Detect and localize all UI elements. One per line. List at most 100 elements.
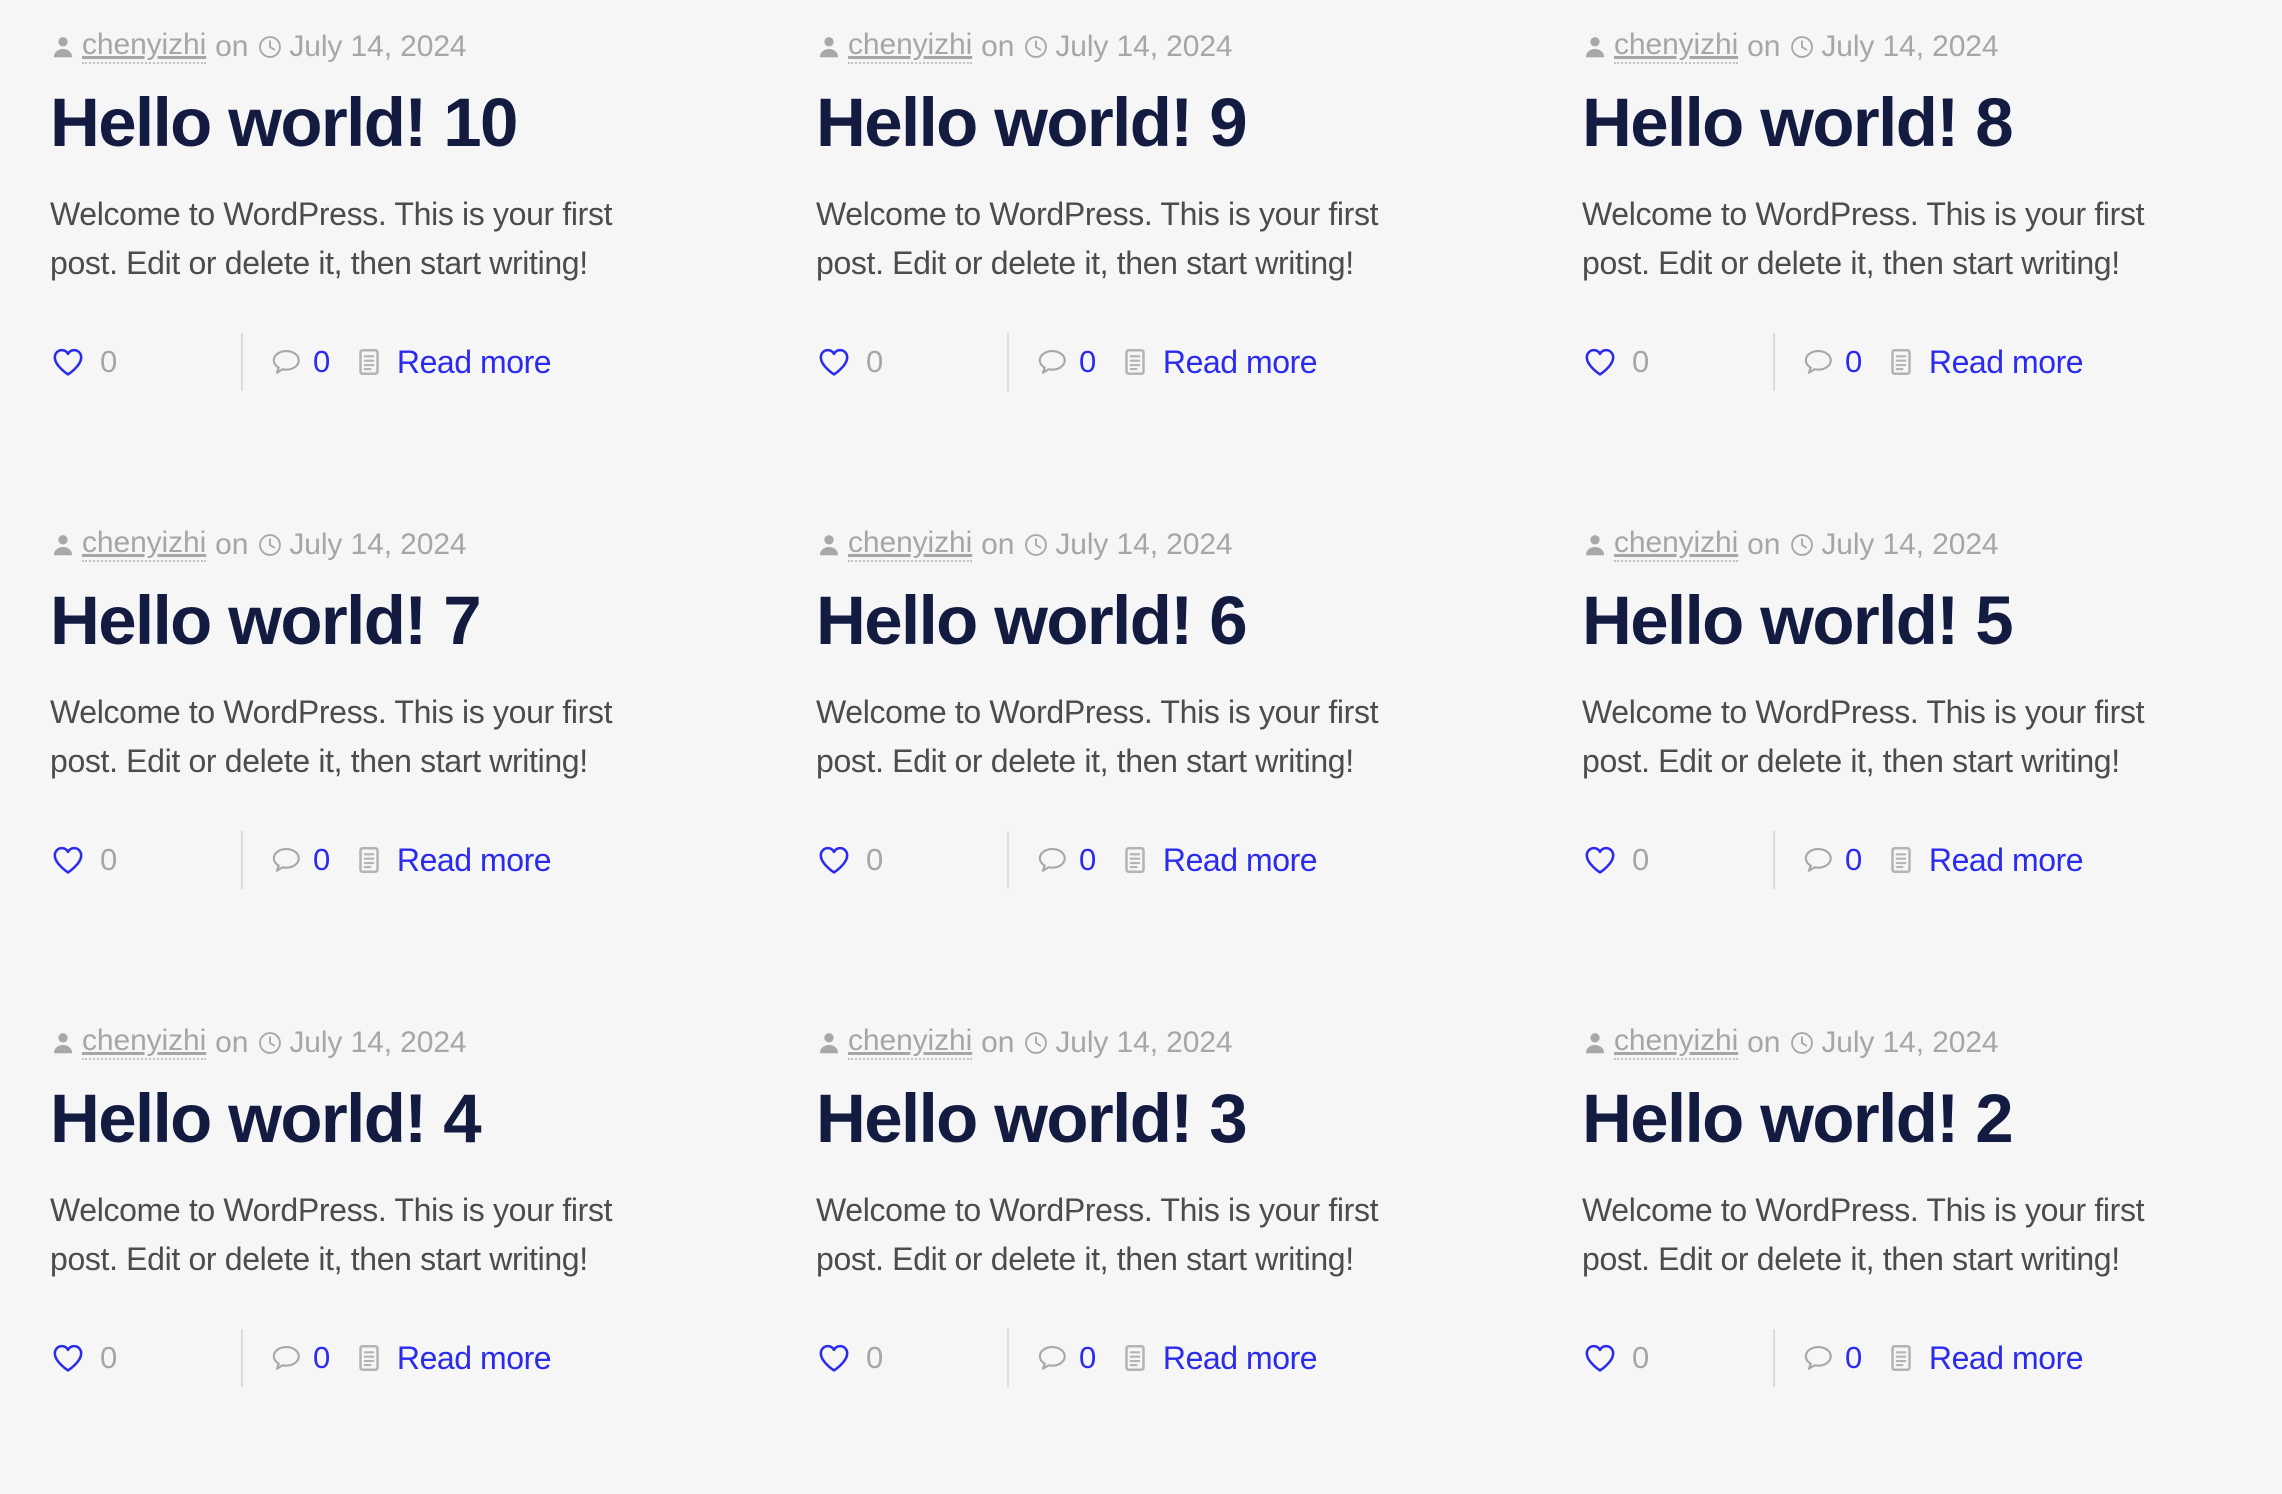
- heart-icon[interactable]: [50, 1340, 86, 1376]
- comments-link[interactable]: 0: [1801, 344, 1862, 380]
- post-title: Hello world! 8: [1582, 86, 2258, 159]
- post-author-link[interactable]: chenyizhi: [1614, 30, 1738, 64]
- read-more-group[interactable]: Read more: [354, 842, 552, 879]
- clock-icon: [257, 1030, 283, 1056]
- heart-icon[interactable]: [816, 1340, 852, 1376]
- likes-button[interactable]: 0: [50, 344, 117, 380]
- footer-divider: [1006, 333, 1009, 392]
- read-more-group[interactable]: Read more: [1886, 1340, 2084, 1377]
- comment-bubble-icon[interactable]: [1035, 1341, 1069, 1375]
- post-author-link[interactable]: chenyizhi: [848, 528, 972, 562]
- comment-bubble-icon[interactable]: [1801, 345, 1835, 379]
- post-footer: 0 0 Read more: [1582, 831, 2258, 890]
- meta-on-label: on: [1747, 30, 1781, 63]
- comments-link[interactable]: 0: [1801, 1340, 1862, 1376]
- post-date: July 14, 2024: [1821, 30, 1999, 63]
- likes-button[interactable]: 0: [50, 842, 117, 878]
- post-date: July 14, 2024: [289, 30, 467, 63]
- read-more-group[interactable]: Read more: [1886, 344, 2084, 381]
- read-more-group[interactable]: Read more: [354, 1340, 552, 1377]
- heart-icon[interactable]: [816, 842, 852, 878]
- comment-bubble-icon[interactable]: [1801, 1341, 1835, 1375]
- likes-button[interactable]: 0: [1582, 1340, 1649, 1376]
- post-card-1: chenyizhi on July 14, 2024 Hello world! …: [50, 0, 726, 498]
- read-more-link[interactable]: Read more: [397, 842, 552, 879]
- comments-link[interactable]: 0: [1035, 842, 1096, 878]
- document-list-icon: [354, 347, 384, 377]
- clock-icon: [1023, 532, 1049, 558]
- read-more-link[interactable]: Read more: [1163, 344, 1318, 381]
- likes-button[interactable]: 0: [50, 1340, 117, 1376]
- read-more-link[interactable]: Read more: [397, 1340, 552, 1377]
- post-excerpt: Welcome to WordPress. This is your first…: [1582, 196, 2145, 281]
- footer-divider: [240, 333, 243, 392]
- comments-link[interactable]: 0: [1035, 344, 1096, 380]
- comments-link[interactable]: 0: [1035, 1340, 1096, 1376]
- post-author-link[interactable]: chenyizhi: [82, 1026, 206, 1060]
- comments-count: 0: [1844, 842, 1862, 878]
- post-card-4: chenyizhi on July 14, 2024 Hello world! …: [50, 498, 726, 996]
- post-title-link[interactable]: Hello world! 8: [1582, 84, 2014, 161]
- post-footer: 0 0 Read more: [50, 333, 726, 392]
- heart-icon[interactable]: [1582, 344, 1618, 380]
- post-excerpt: Welcome to WordPress. This is your first…: [816, 1192, 1379, 1277]
- post-author-link[interactable]: chenyizhi: [82, 528, 206, 562]
- post-title-link[interactable]: Hello world! 6: [816, 582, 1248, 659]
- post-title-link[interactable]: Hello world! 3: [816, 1080, 1248, 1157]
- post-author-link[interactable]: chenyizhi: [1614, 1026, 1738, 1060]
- read-more-group[interactable]: Read more: [1120, 344, 1318, 381]
- document-list-icon: [354, 845, 384, 875]
- likes-button[interactable]: 0: [816, 344, 883, 380]
- post-author-link[interactable]: chenyizhi: [82, 30, 206, 64]
- post-card-9: chenyizhi on July 14, 2024 Hello world! …: [1582, 996, 2258, 1494]
- heart-icon[interactable]: [1582, 842, 1618, 878]
- post-author-link[interactable]: chenyizhi: [1614, 528, 1738, 562]
- comment-bubble-icon[interactable]: [269, 1341, 303, 1375]
- read-more-group[interactable]: Read more: [1886, 842, 2084, 879]
- heart-icon[interactable]: [50, 842, 86, 878]
- post-title-link[interactable]: Hello world! 5: [1582, 582, 2014, 659]
- likes-button[interactable]: 0: [816, 842, 883, 878]
- comments-link[interactable]: 0: [269, 1340, 330, 1376]
- comment-bubble-icon[interactable]: [269, 843, 303, 877]
- post-date: July 14, 2024: [1055, 528, 1233, 561]
- read-more-group[interactable]: Read more: [1120, 1340, 1318, 1377]
- post-date: July 14, 2024: [289, 528, 467, 561]
- post-author-link[interactable]: chenyizhi: [848, 1026, 972, 1060]
- read-more-group[interactable]: Read more: [354, 344, 552, 381]
- post-footer: 0 0 Read more: [50, 831, 726, 890]
- post-title-link[interactable]: Hello world! 7: [50, 582, 482, 659]
- likes-button[interactable]: 0: [1582, 842, 1649, 878]
- comments-count: 0: [1078, 344, 1096, 380]
- post-title-link[interactable]: Hello world! 4: [50, 1080, 482, 1157]
- likes-button[interactable]: 0: [816, 1340, 883, 1376]
- comments-link[interactable]: 0: [269, 842, 330, 878]
- read-more-group[interactable]: Read more: [1120, 842, 1318, 879]
- heart-icon[interactable]: [816, 344, 852, 380]
- comment-bubble-icon[interactable]: [1801, 843, 1835, 877]
- comment-bubble-icon[interactable]: [1035, 843, 1069, 877]
- post-date: July 14, 2024: [1055, 30, 1233, 63]
- read-more-link[interactable]: Read more: [1929, 1340, 2084, 1377]
- comment-bubble-icon[interactable]: [269, 345, 303, 379]
- read-more-link[interactable]: Read more: [397, 344, 552, 381]
- clock-icon: [1023, 34, 1049, 60]
- post-author-link[interactable]: chenyizhi: [848, 30, 972, 64]
- likes-button[interactable]: 0: [1582, 344, 1649, 380]
- post-title-link[interactable]: Hello world! 9: [816, 84, 1248, 161]
- comment-bubble-icon[interactable]: [1035, 345, 1069, 379]
- read-more-link[interactable]: Read more: [1163, 842, 1318, 879]
- read-more-link[interactable]: Read more: [1929, 344, 2084, 381]
- read-more-link[interactable]: Read more: [1163, 1340, 1318, 1377]
- post-excerpt: Welcome to WordPress. This is your first…: [50, 1192, 613, 1277]
- post-title-link[interactable]: Hello world! 2: [1582, 1080, 2014, 1157]
- read-more-link[interactable]: Read more: [1929, 842, 2084, 879]
- post-card-2: chenyizhi on July 14, 2024 Hello world! …: [816, 0, 1492, 498]
- post-excerpt: Welcome to WordPress. This is your first…: [1582, 694, 2145, 779]
- likes-count: 0: [866, 344, 883, 380]
- heart-icon[interactable]: [50, 344, 86, 380]
- post-title-link[interactable]: Hello world! 10: [50, 84, 518, 161]
- comments-link[interactable]: 0: [1801, 842, 1862, 878]
- comments-link[interactable]: 0: [269, 344, 330, 380]
- heart-icon[interactable]: [1582, 1340, 1618, 1376]
